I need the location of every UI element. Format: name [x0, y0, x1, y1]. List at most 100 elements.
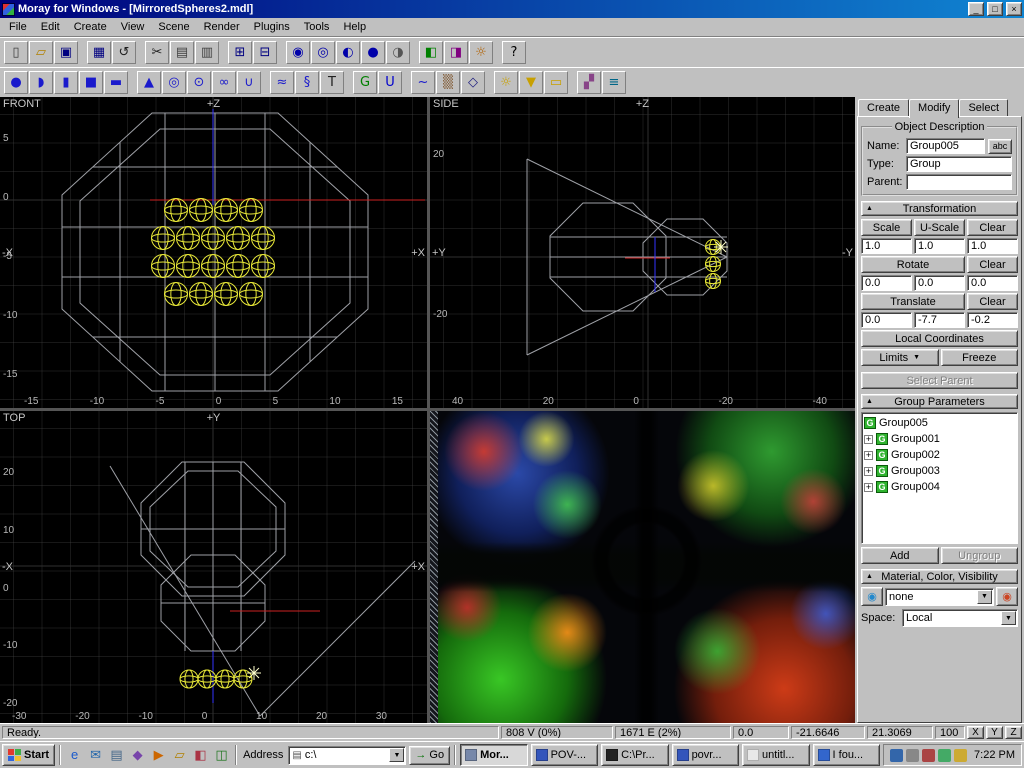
tray-scheduler-icon[interactable]	[922, 749, 935, 762]
torus-tool[interactable]: ◎	[162, 71, 186, 94]
csg-group-tool[interactable]: G	[353, 71, 377, 94]
tree-item-group004[interactable]: +GGroup004	[864, 479, 1015, 495]
transformation-section-header[interactable]: ▲ Transformation	[861, 201, 1018, 216]
view-side-button[interactable]: ◎	[311, 41, 335, 64]
viewport-side[interactable]: SIDE +Z +Y -Y 20-20 40200-20-40	[430, 97, 855, 408]
bezier-tool[interactable]: ~	[411, 71, 435, 94]
group-tree[interactable]: GGroup005+GGroup001+GGroup002+GGroup003+…	[861, 412, 1018, 544]
tree-item-group002[interactable]: +GGroup002	[864, 447, 1015, 463]
chevron-down-icon[interactable]: ▼	[1001, 611, 1016, 625]
save-button[interactable]: ▣	[54, 41, 78, 64]
text-tool[interactable]: T	[320, 71, 344, 94]
menu-view[interactable]: View	[114, 19, 152, 35]
spot-light-tool[interactable]: ▼	[519, 71, 543, 94]
material-section-header[interactable]: ▲ Material, Color, Visibility	[861, 569, 1018, 584]
channels-icon[interactable]: ◆	[128, 746, 147, 764]
cylinder-tool[interactable]: ▮	[54, 71, 78, 94]
menu-edit[interactable]: Edit	[34, 19, 67, 35]
translate-button[interactable]: Translate	[861, 293, 965, 310]
view-front-button[interactable]: ◉	[286, 41, 310, 64]
material-browser-button[interactable]: ◉	[861, 587, 883, 606]
axis-y-button[interactable]: Y	[986, 726, 1003, 739]
lathe-tool[interactable]: §	[295, 71, 319, 94]
rotate-y-input[interactable]	[914, 275, 965, 291]
render-button[interactable]: ☼	[469, 41, 493, 64]
undo-button[interactable]: ↺	[112, 41, 136, 64]
view-camera-button[interactable]: ●	[361, 41, 385, 64]
add-button[interactable]: Add	[861, 547, 939, 564]
point-light-tool[interactable]: ☼	[494, 71, 518, 94]
expand-icon[interactable]: +	[864, 483, 873, 492]
expand-icon[interactable]: +	[864, 451, 873, 460]
explorer-icon[interactable]: ◫	[212, 746, 231, 764]
limits-button[interactable]: Limits ▼	[861, 349, 939, 366]
outlook-express-icon[interactable]: ✉	[86, 746, 105, 764]
disc-tool[interactable]: ⊙	[187, 71, 211, 94]
taskbar-task-6[interactable]: I fou...	[813, 744, 880, 766]
material-combo[interactable]: none ▼	[885, 588, 994, 606]
heightfield-tool[interactable]: ▒	[436, 71, 460, 94]
taskbar-task-2[interactable]: POV-...	[531, 744, 598, 766]
translate-clear-button[interactable]: Clear	[967, 293, 1018, 310]
local-coordinates-button[interactable]: Local Coordinates	[861, 330, 1018, 347]
axis-z-button[interactable]: Z	[1005, 726, 1022, 739]
rotate-clear-button[interactable]: Clear	[967, 256, 1018, 273]
paste-button[interactable]: ▥	[195, 41, 219, 64]
scale-z-input[interactable]	[967, 238, 1018, 254]
area-light-tool[interactable]: ▭	[544, 71, 568, 94]
tree-item-group005[interactable]: GGroup005	[864, 415, 1015, 431]
rotate-z-input[interactable]	[967, 275, 1018, 291]
sphere-tool[interactable]: ●	[4, 71, 28, 94]
axis-x-button[interactable]: X	[967, 726, 984, 739]
name-input[interactable]	[906, 138, 985, 154]
u-scale-button[interactable]: U-Scale	[914, 219, 965, 236]
taskbar-task-5[interactable]: untitl...	[742, 744, 809, 766]
menu-tools[interactable]: Tools	[297, 19, 337, 35]
start-button[interactable]: Start	[2, 744, 55, 766]
material-editor-button[interactable]: ◨	[444, 41, 468, 64]
go-button[interactable]: → Go	[409, 746, 450, 765]
open-button[interactable]: ▱	[29, 41, 53, 64]
paint-icon[interactable]: ◧	[191, 746, 210, 764]
maximize-button[interactable]: □	[987, 2, 1003, 16]
menu-file[interactable]: File	[2, 19, 34, 35]
render-settings-button[interactable]: ▦	[87, 41, 111, 64]
menu-create[interactable]: Create	[67, 19, 114, 35]
help-button[interactable]: ?	[502, 41, 526, 64]
menu-help[interactable]: Help	[336, 19, 373, 35]
snap-button[interactable]: ⊟	[253, 41, 277, 64]
sor-tool[interactable]: ∪	[237, 71, 261, 94]
texture-preview-button[interactable]: ◧	[419, 41, 443, 64]
camera-tool[interactable]: ◇	[461, 71, 485, 94]
tab-modify[interactable]: Modify	[909, 99, 959, 118]
rename-button[interactable]: abc	[988, 139, 1012, 154]
internet-explorer-icon[interactable]: e	[65, 746, 84, 764]
space-combo[interactable]: Local ▼	[902, 609, 1018, 627]
menu-render[interactable]: Render	[197, 19, 247, 35]
csg-union-tool[interactable]: U	[378, 71, 402, 94]
expand-icon[interactable]: +	[864, 467, 873, 476]
menu-plugins[interactable]: Plugins	[247, 19, 297, 35]
color-button[interactable]: ◉	[996, 587, 1018, 606]
new-button[interactable]: ▯	[4, 41, 28, 64]
cube-tool[interactable]: ■	[79, 71, 103, 94]
cone-tool[interactable]: ▲	[137, 71, 161, 94]
tab-create[interactable]: Create	[858, 99, 909, 116]
sweep-tool[interactable]: ≈	[270, 71, 294, 94]
folder-icon[interactable]: ▱	[170, 746, 189, 764]
scale-x-input[interactable]	[861, 238, 912, 254]
viewport-top[interactable]: TOP +Y -X +X 20100-10-20 -30-20-10010203…	[0, 411, 427, 723]
freeze-button[interactable]: Freeze	[941, 349, 1019, 366]
cut-button[interactable]: ✂	[145, 41, 169, 64]
tab-select[interactable]: Select	[959, 99, 1008, 116]
copy-button[interactable]: ▤	[170, 41, 194, 64]
translate-x-input[interactable]	[861, 312, 912, 328]
tray-network-icon[interactable]	[938, 749, 951, 762]
view-quad-button[interactable]: ◑	[386, 41, 410, 64]
blob-tool[interactable]: ∞	[212, 71, 236, 94]
tree-item-group003[interactable]: +GGroup003	[864, 463, 1015, 479]
taskbar-task-3[interactable]: C:\Pr...	[601, 744, 668, 766]
tray-volume-icon[interactable]	[906, 749, 919, 762]
chevron-down-icon[interactable]: ▼	[977, 590, 992, 604]
tray-display-icon[interactable]	[890, 749, 903, 762]
